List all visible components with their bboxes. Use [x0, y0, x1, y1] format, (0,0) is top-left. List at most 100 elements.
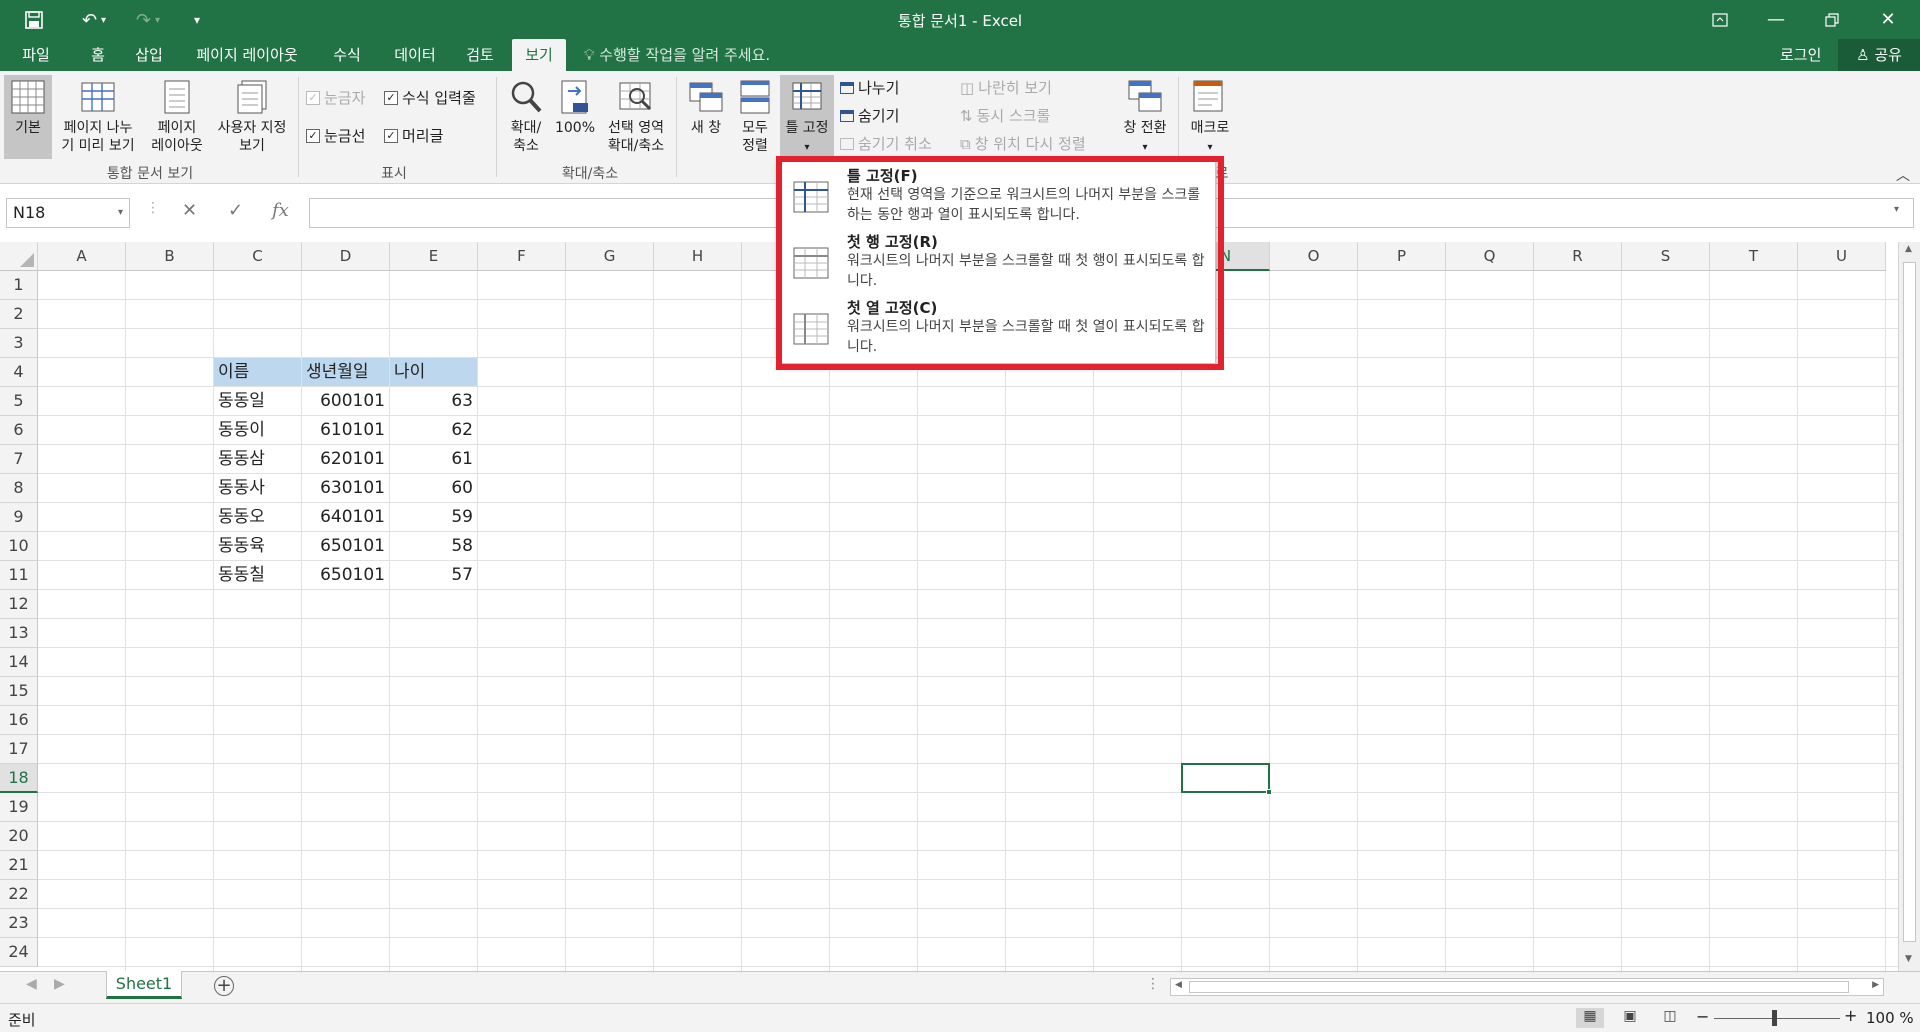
menu-item-freeze-top-row[interactable]: 첫 행 고정(R) 워크시트의 나머지 부분을 스크롤할 때 첫 행이 표시되도…: [777, 231, 1215, 297]
tell-me-box[interactable]: 💡︎ 수행할 작업을 알려 주세요.: [584, 39, 770, 71]
column-header-D[interactable]: D: [302, 242, 390, 271]
column-header-U[interactable]: U: [1798, 242, 1886, 271]
table-cell[interactable]: 동동이: [214, 416, 301, 444]
table-cell[interactable]: 650101: [302, 532, 389, 560]
row-header-2[interactable]: 2: [0, 300, 38, 329]
select-all-corner[interactable]: [0, 242, 38, 271]
enter-icon[interactable]: ✓: [228, 200, 243, 221]
row-header-19[interactable]: 19: [0, 793, 38, 822]
page-layout-view-button[interactable]: 페이지 레이아웃: [144, 75, 210, 159]
unhide-button[interactable]: 숨기기 취소: [840, 133, 932, 154]
page-layout-status-icon[interactable]: ▣: [1616, 1008, 1644, 1028]
page-break-preview-button[interactable]: 페이지 나누 기 미리 보기: [56, 75, 140, 159]
zoom-in-icon[interactable]: +: [1844, 1006, 1857, 1025]
fill-handle[interactable]: [1266, 789, 1272, 795]
cancel-icon[interactable]: ✕: [182, 200, 197, 221]
zoom-level[interactable]: 100 %: [1866, 1009, 1914, 1027]
table-header-cell[interactable]: 생년월일: [302, 358, 389, 386]
name-box[interactable]: N18 ▾: [6, 198, 130, 228]
next-sheet-icon[interactable]: ▶: [54, 976, 65, 992]
column-header-A[interactable]: A: [38, 242, 126, 271]
table-header-cell[interactable]: 나이: [390, 358, 477, 386]
view-side-by-side-button[interactable]: ◫ 나란히 보기: [960, 77, 1052, 98]
row-header-7[interactable]: 7: [0, 445, 38, 474]
column-header-C[interactable]: C: [214, 242, 302, 271]
column-header-E[interactable]: E: [390, 242, 478, 271]
column-header-H[interactable]: H: [654, 242, 742, 271]
login-button[interactable]: 로그인: [1780, 39, 1821, 71]
row-header-15[interactable]: 15: [0, 677, 38, 706]
row-header-17[interactable]: 17: [0, 735, 38, 764]
row-header-4[interactable]: 4: [0, 358, 38, 387]
table-cell[interactable]: 59: [390, 503, 477, 531]
table-cell[interactable]: 동동삼: [214, 445, 301, 473]
tab-view[interactable]: 보기: [512, 39, 566, 71]
column-header-P[interactable]: P: [1358, 242, 1446, 271]
tab-split-handle-icon[interactable]: ⋮: [1146, 976, 1160, 992]
minimize-icon[interactable]: —: [1748, 0, 1804, 39]
row-header-24[interactable]: 24: [0, 938, 38, 967]
table-cell[interactable]: 610101: [302, 416, 389, 444]
page-break-status-icon[interactable]: ◫: [1656, 1008, 1684, 1028]
normal-view-status-icon[interactable]: ▦: [1576, 1008, 1604, 1028]
synchronous-scrolling-button[interactable]: ⇅ 동시 스크롤: [960, 105, 1050, 126]
scroll-thumb[interactable]: [1903, 262, 1916, 942]
table-cell[interactable]: 60: [390, 474, 477, 502]
expand-formula-bar-icon[interactable]: ▾: [1894, 204, 1899, 215]
zoom-out-icon[interactable]: −: [1696, 1007, 1709, 1026]
row-header-13[interactable]: 13: [0, 619, 38, 648]
scroll-right-icon[interactable]: ▶: [1872, 980, 1879, 990]
switch-windows-button[interactable]: 창 전환 ▾: [1116, 75, 1174, 159]
row-header-20[interactable]: 20: [0, 822, 38, 851]
scroll-up-icon[interactable]: ▲: [1905, 244, 1912, 254]
tab-page-layout[interactable]: 페이지 레이아웃: [184, 39, 310, 71]
row-header-18[interactable]: 18: [0, 764, 38, 793]
selected-cell-N18[interactable]: [1181, 763, 1272, 795]
scroll-left-icon[interactable]: ◀: [1175, 980, 1182, 990]
vertical-scrollbar[interactable]: ▲ ▼: [1898, 242, 1920, 971]
ruler-checkbox[interactable]: ✓ 눈금자: [306, 87, 365, 108]
table-cell[interactable]: 동동오: [214, 503, 301, 531]
table-cell[interactable]: 630101: [302, 474, 389, 502]
row-header-5[interactable]: 5: [0, 387, 38, 416]
row-header-16[interactable]: 16: [0, 706, 38, 735]
macros-button[interactable]: 매크로 ▾: [1182, 75, 1238, 159]
row-header-8[interactable]: 8: [0, 474, 38, 503]
row-header-11[interactable]: 11: [0, 561, 38, 590]
zoom-slider-track[interactable]: [1714, 1018, 1840, 1019]
scroll-thumb[interactable]: [1189, 981, 1849, 993]
zoom-100-button[interactable]: 100%: [552, 75, 598, 159]
horizontal-scrollbar[interactable]: ◀ ▶: [1170, 978, 1884, 996]
menu-item-freeze-panes[interactable]: 틀 고정(F) 현재 선택 영역을 기준으로 워크시트의 나머지 부분을 스크롤…: [777, 165, 1215, 231]
table-cell[interactable]: 동동육: [214, 532, 301, 560]
zoom-button[interactable]: 확대/ 축소: [502, 75, 550, 159]
table-cell[interactable]: 650101: [302, 561, 389, 589]
row-header-3[interactable]: 3: [0, 329, 38, 358]
restore-icon[interactable]: [1804, 0, 1860, 39]
row-header-23[interactable]: 23: [0, 909, 38, 938]
sheet-tab-sheet1[interactable]: Sheet1: [106, 971, 182, 999]
table-cell[interactable]: 600101: [302, 387, 389, 415]
add-sheet-icon[interactable]: +: [214, 976, 234, 996]
table-cell[interactable]: 동동칠: [214, 561, 301, 589]
table-cell[interactable]: 640101: [302, 503, 389, 531]
table-cell[interactable]: 61: [390, 445, 477, 473]
table-cell[interactable]: 동동사: [214, 474, 301, 502]
column-header-Q[interactable]: Q: [1446, 242, 1534, 271]
tab-home[interactable]: 홈: [78, 39, 118, 71]
menu-item-freeze-first-column[interactable]: 첫 열 고정(C) 워크시트의 나머지 부분을 스크롤할 때 첫 열이 표시되도…: [777, 297, 1215, 363]
close-icon[interactable]: ✕: [1860, 0, 1916, 39]
tab-data[interactable]: 데이터: [384, 39, 446, 71]
arrange-all-button[interactable]: 모두 정렬: [732, 75, 778, 159]
zoom-slider-thumb[interactable]: [1772, 1010, 1777, 1026]
column-header-F[interactable]: F: [478, 242, 566, 271]
headings-checkbox[interactable]: ✓ 머리글: [384, 125, 443, 146]
ribbon-display-options-icon[interactable]: [1692, 0, 1748, 39]
table-cell[interactable]: 57: [390, 561, 477, 589]
split-button[interactable]: 나누기: [840, 77, 899, 98]
table-cell[interactable]: 63: [390, 387, 477, 415]
tab-file[interactable]: 파일: [8, 39, 64, 71]
prev-sheet-icon[interactable]: ◀: [26, 976, 37, 992]
row-header-21[interactable]: 21: [0, 851, 38, 880]
reset-window-position-button[interactable]: ⧉ 창 위치 다시 정렬: [960, 133, 1086, 154]
